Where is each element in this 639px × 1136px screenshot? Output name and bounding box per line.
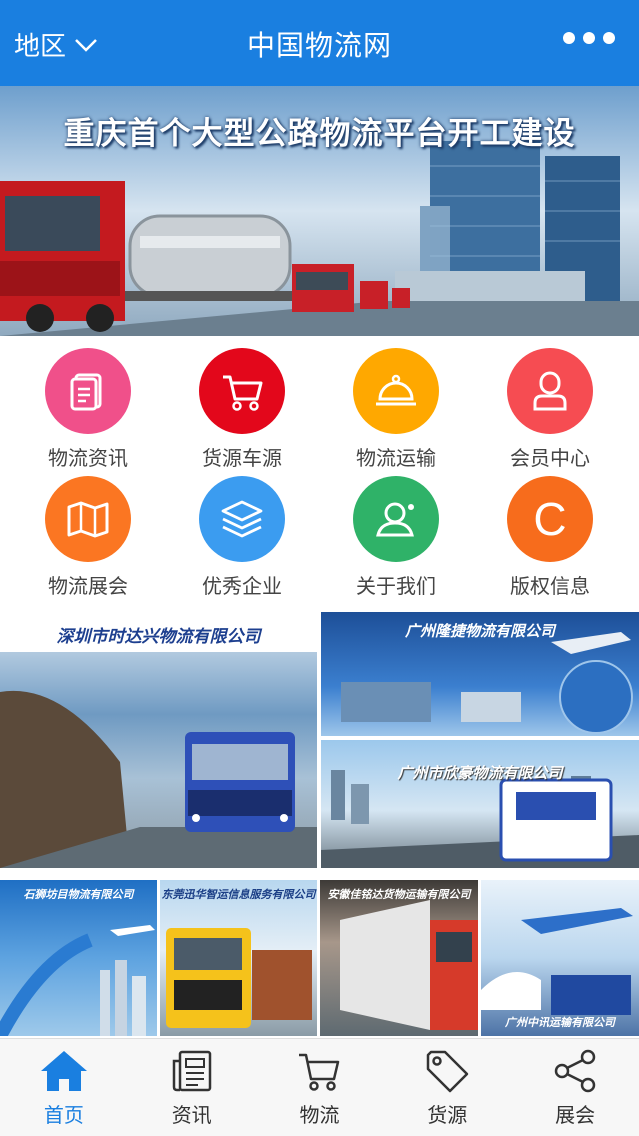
grid-item-label: 物流资讯 (48, 446, 128, 470)
grid-item-cargo-vehicles[interactable]: 货源车源 (162, 348, 322, 474)
grid-item-logistics-news[interactable]: 物流资讯 (8, 348, 168, 474)
more-dot-icon (563, 32, 575, 44)
transport-photo (481, 908, 633, 1015)
map-icon (45, 476, 131, 562)
user-icon (507, 348, 593, 434)
grid-item-member-center[interactable]: 会员中心 (470, 348, 630, 474)
company-tile[interactable]: 东莞迅华智运信息服务有限公司 (160, 880, 317, 1036)
grid-item-label: 优秀企业 (202, 574, 282, 598)
company-tile[interactable]: 广州中讯运输有限公司 (481, 880, 639, 1036)
cart-icon (199, 348, 285, 434)
more-dot-icon (603, 32, 615, 44)
app-header: 地区 中国物流网 (0, 0, 639, 86)
grid-item-about-us[interactable]: 关于我们 (316, 476, 476, 602)
company-name: 安徽佳铭达货物运输有限公司 (327, 888, 471, 901)
grid-item-label: 关于我们 (356, 574, 436, 598)
newspaper-icon (172, 1050, 211, 1092)
company-tile[interactable]: 广州市欣豪物流有限公司 (321, 740, 639, 868)
company-tile[interactable]: 石狮坊目物流有限公司 (0, 880, 157, 1036)
grid-item-label: 物流展会 (48, 574, 128, 598)
nav-item-news[interactable]: 资讯 (128, 1039, 256, 1136)
nav-label: 首页 (43, 1103, 84, 1127)
hero-banner[interactable]: 重庆首个大型公路物流平台开工建设 (0, 86, 639, 336)
banner-headline: 重庆首个大型公路物流平台开工建设 (63, 116, 576, 152)
nav-item-home[interactable]: 首页 (0, 1039, 128, 1136)
more-dot-icon (583, 32, 595, 44)
more-menu-button[interactable] (563, 32, 615, 44)
contact-icon (353, 476, 439, 562)
company-name: 广州市欣豪物流有限公司 (397, 764, 563, 782)
layers-icon (199, 476, 285, 562)
company-name: 深圳市时达兴物流有限公司 (56, 627, 261, 647)
grid-item-top-companies[interactable]: 优秀企业 (162, 476, 322, 602)
company-name: 东莞迅华智运信息服务有限公司 (161, 888, 316, 901)
truck-photo (166, 928, 312, 1028)
feature-grid: 物流资讯 货源车源 物流运输 会员中心 物流展会 优秀企业 关于我们 C 版权信… (0, 336, 639, 608)
bottom-nav: 首页 资讯 物流 货源 展会 (0, 1038, 639, 1136)
nav-label: 资讯 (171, 1103, 212, 1127)
company-name: 石狮坊目物流有限公司 (23, 888, 134, 901)
company-tile[interactable]: 广州隆捷物流有限公司 (321, 612, 639, 736)
nav-label: 物流 (299, 1103, 340, 1127)
company-tile[interactable]: 安徽佳铭达货物运输有限公司 (320, 880, 478, 1036)
page-title: 中国物流网 (246, 29, 392, 62)
grid-item-logistics-expo[interactable]: 物流展会 (8, 476, 168, 602)
city-photo (0, 925, 155, 1036)
nav-item-expo[interactable]: 展会 (511, 1039, 639, 1136)
document-icon (45, 348, 131, 434)
nav-item-cargo[interactable]: 货源 (383, 1039, 511, 1136)
grid-item-label: 会员中心 (510, 446, 590, 470)
grid-item-label: 物流运输 (356, 446, 436, 470)
service-bell-icon (353, 348, 439, 434)
company-tile[interactable]: 深圳市时达兴物流有限公司 (0, 612, 317, 868)
share-icon (554, 1049, 596, 1093)
nav-item-logistics[interactable]: 物流 (256, 1039, 384, 1136)
copyright-icon: C (507, 476, 593, 562)
company-showcase: 深圳市时达兴物流有限公司 广州隆捷物流有限公司 广州市欣豪物流有限公司 石狮坊目… (0, 612, 639, 1036)
grid-item-transport[interactable]: 物流运输 (316, 348, 476, 474)
truck-photo (321, 770, 639, 868)
truck-photo (0, 612, 317, 868)
nav-label: 货源 (427, 1103, 468, 1127)
grid-item-label: 版权信息 (510, 574, 590, 598)
company-name: 广州中讯运输有限公司 (505, 1016, 615, 1029)
company-name: 广州隆捷物流有限公司 (404, 622, 555, 640)
tag-icon (427, 1050, 469, 1093)
nav-label: 展会 (555, 1103, 596, 1127)
cart-icon (299, 1053, 340, 1091)
truck-photo (340, 900, 478, 1030)
grid-item-copyright[interactable]: C 版权信息 (470, 476, 630, 602)
home-icon (40, 1051, 87, 1091)
grid-item-label: 货源车源 (202, 446, 282, 470)
